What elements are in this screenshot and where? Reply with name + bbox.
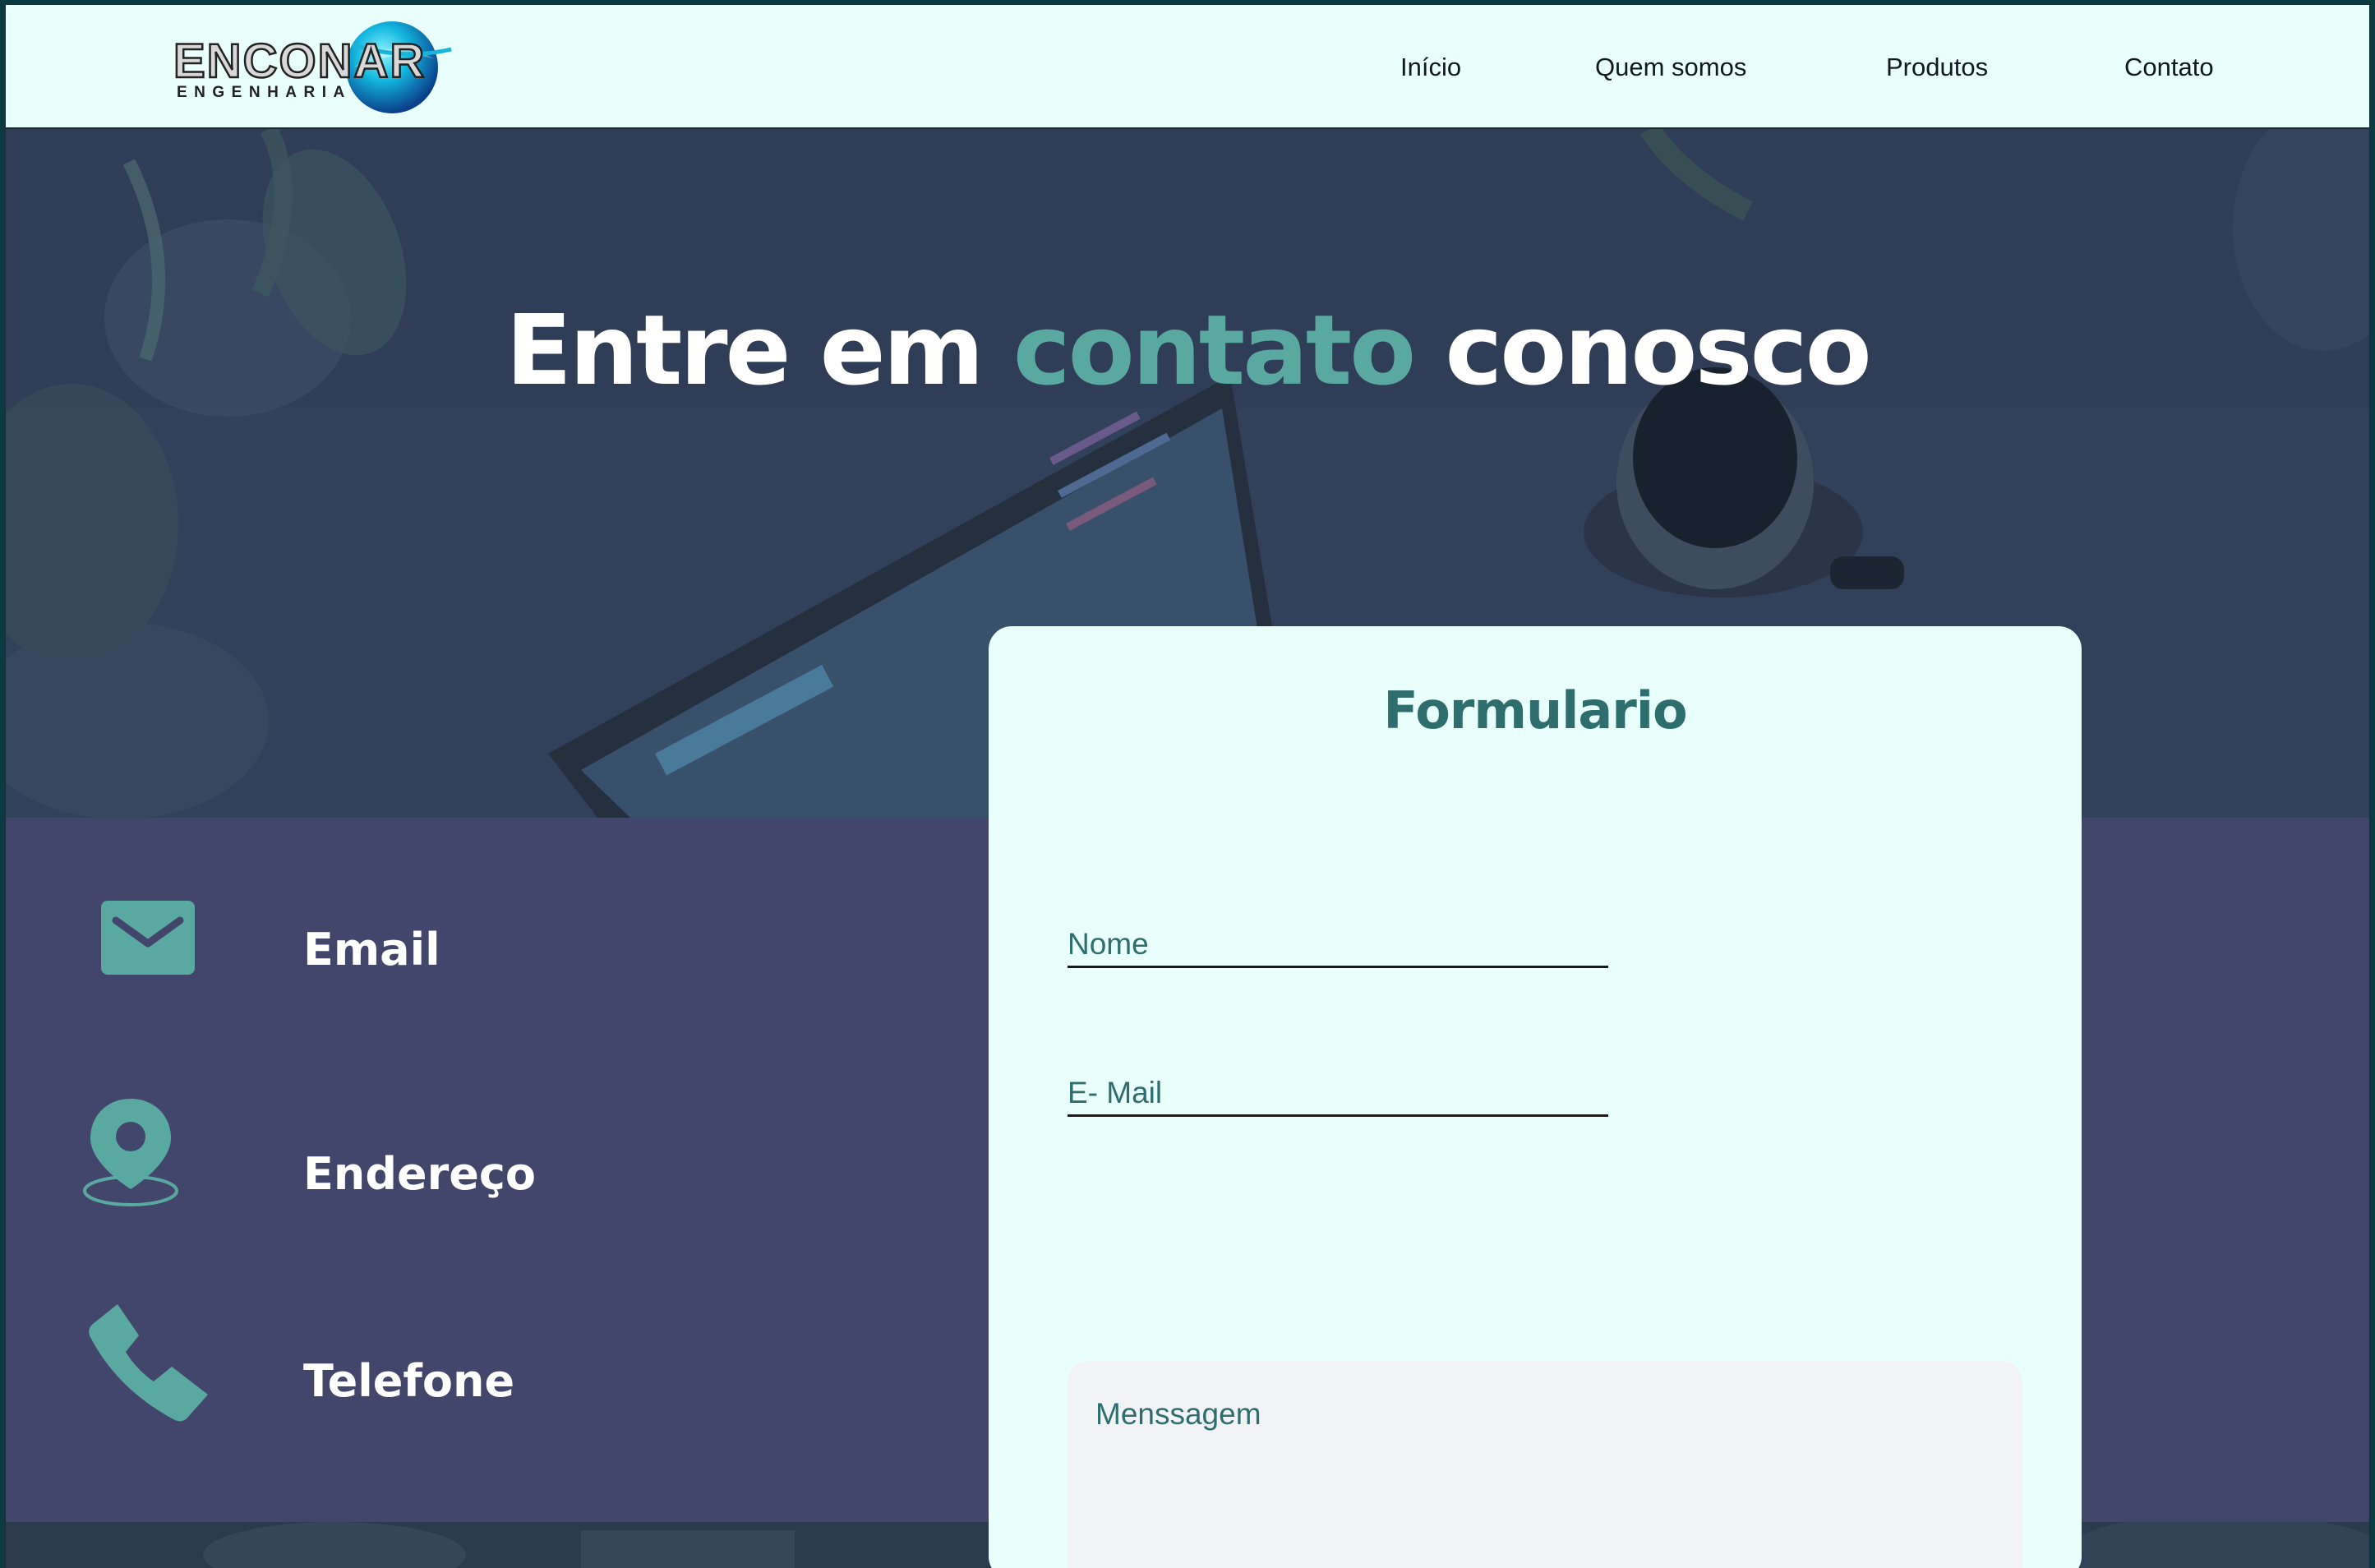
hero-title-part2: conosco xyxy=(1413,293,1871,407)
hero-title-accent: contato xyxy=(1012,293,1417,407)
nav-link-inicio[interactable]: Início xyxy=(1400,53,1461,82)
envelope-icon xyxy=(101,901,195,979)
map-pin-icon xyxy=(81,1097,180,1212)
contact-address[interactable]: Endereço xyxy=(6,1097,975,1212)
contact-form-card: Formulario xyxy=(989,626,2082,1568)
phone-icon xyxy=(86,1303,218,1430)
navbar: ENCONAR ENGENHARIA Início Quem somos Pro… xyxy=(6,5,2369,129)
form-title: Formulario xyxy=(1383,680,1687,740)
nav-link-quem-somos[interactable]: Quem somos xyxy=(1595,53,1746,82)
email-field[interactable] xyxy=(1068,1059,1608,1117)
message-field[interactable] xyxy=(1068,1361,2022,1568)
contact-address-label: Endereço xyxy=(303,1148,536,1200)
contact-email-label: Email xyxy=(303,924,440,975)
hero-title-part1: Entre em xyxy=(505,293,1013,407)
hero-title: Entre em contato conosco xyxy=(6,293,2369,407)
nav-link-contato[interactable]: Contato xyxy=(2124,53,2214,82)
contact-email[interactable]: Email xyxy=(6,888,975,1003)
nav-link-produtos[interactable]: Produtos xyxy=(1886,53,1988,82)
contact-phone-label: Telefone xyxy=(303,1355,515,1407)
contact-phone[interactable]: Telefone xyxy=(6,1303,975,1422)
name-field[interactable] xyxy=(1068,911,1608,968)
main-nav: Início Quem somos Produtos Contato xyxy=(6,5,2369,127)
